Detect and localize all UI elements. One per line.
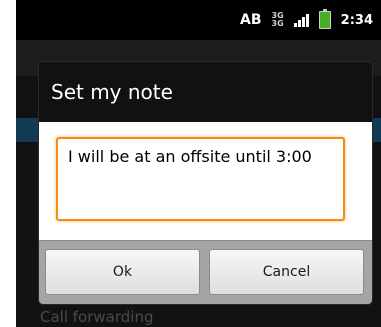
set-note-dialog: Set my note I will be at an offsite unti… (39, 62, 372, 304)
battery-icon (318, 9, 331, 29)
note-input[interactable]: I will be at an offsite until 3:00 (56, 137, 345, 221)
dialog-body: I will be at an offsite until 3:00 (39, 122, 372, 240)
dialog-title-bar: Set my note (39, 62, 372, 123)
ab-indicator-icon: AB (240, 12, 262, 28)
status-clock: 2:34 (340, 12, 373, 28)
phone-screen: AB 3G 3G 2:34 Call forwarding Set my not… (16, 0, 381, 327)
network-type-icon: 3G 3G (272, 12, 284, 28)
background-list-item-call-forwarding: Call forwarding (40, 308, 154, 326)
ok-button[interactable]: Ok (45, 249, 200, 295)
cancel-button[interactable]: Cancel (209, 249, 364, 295)
status-icons: AB 3G 3G 2:34 (240, 9, 373, 30)
status-bar: AB 3G 3G 2:34 (16, 0, 381, 40)
network-type-bottom: 3G (271, 19, 284, 28)
dialog-button-bar: Ok Cancel (39, 240, 372, 304)
signal-strength-icon (293, 13, 309, 27)
dialog-title: Set my note (51, 80, 173, 104)
